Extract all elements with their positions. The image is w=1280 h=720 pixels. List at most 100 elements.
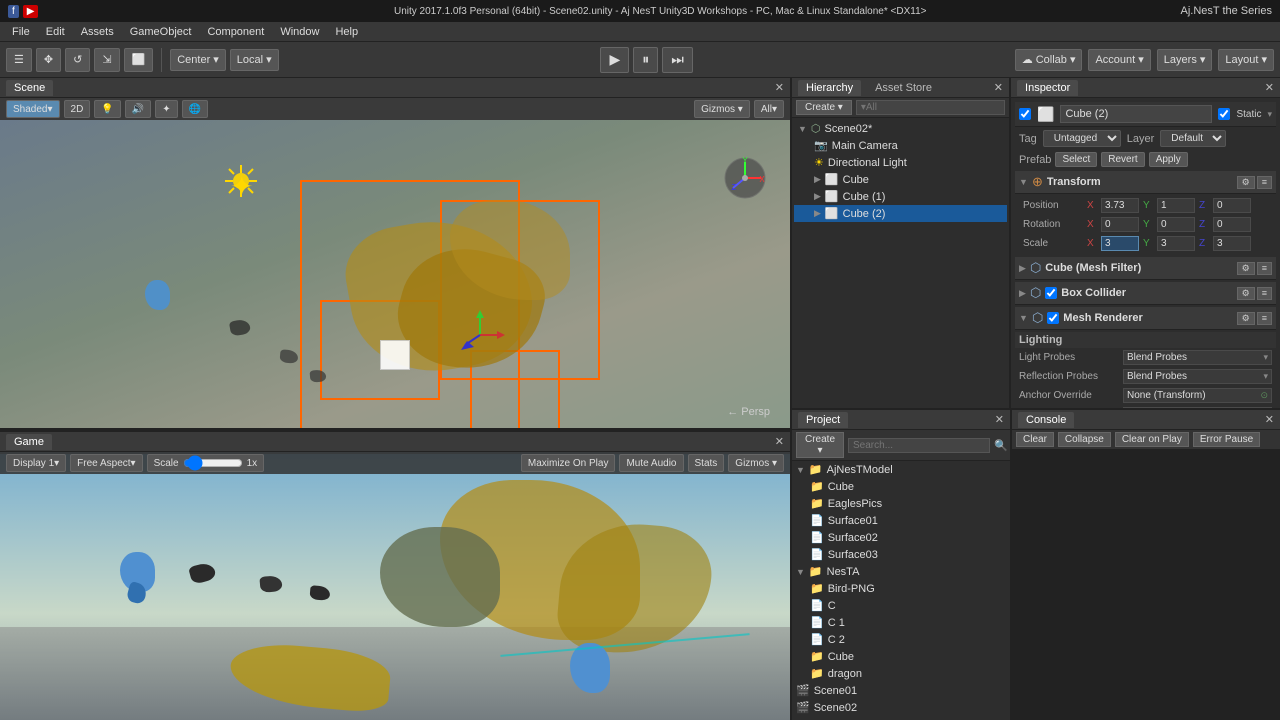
play-button[interactable]: ▶ xyxy=(600,47,629,73)
bc-settings-btn[interactable]: ⚙ xyxy=(1237,287,1255,300)
scene-canvas[interactable]: ✦ xyxy=(0,120,790,428)
prefab-apply-btn[interactable]: Apply xyxy=(1149,152,1188,167)
light-probes-value[interactable]: Blend Probes ▾ xyxy=(1123,350,1272,365)
rot-x-input[interactable] xyxy=(1101,217,1139,232)
console-clear-on-play-btn[interactable]: Clear on Play xyxy=(1115,432,1189,447)
pause-button[interactable]: ⏸ xyxy=(633,47,658,73)
menu-help[interactable]: Help xyxy=(327,24,366,40)
scene-sky-btn[interactable]: 🌐 xyxy=(182,100,208,118)
menu-file[interactable]: File xyxy=(4,24,38,40)
tab-inspector[interactable]: Inspector xyxy=(1017,80,1078,96)
transform-context-btn[interactable]: ≡ xyxy=(1257,176,1272,189)
mf-context-btn[interactable]: ≡ xyxy=(1257,262,1272,275)
menu-component[interactable]: Component xyxy=(199,24,272,40)
mesh-renderer-header[interactable]: ▼ ⬡ Mesh Renderer ⚙ ≡ xyxy=(1015,307,1276,330)
console-panel-close[interactable]: ✕ xyxy=(1265,413,1274,426)
stats-button[interactable]: Stats xyxy=(688,454,725,472)
proj-item-cube2[interactable]: 📁 Cube xyxy=(792,648,1010,665)
proj-item-c1[interactable]: 📄 C 1 xyxy=(792,614,1010,631)
step-button[interactable]: ⏭ xyxy=(662,47,693,73)
hand-tool[interactable]: ☰ xyxy=(6,48,32,72)
tab-game[interactable]: Game xyxy=(6,434,52,450)
layer-select[interactable]: Default xyxy=(1160,130,1226,147)
center-dropdown[interactable]: Center▾ xyxy=(170,49,226,71)
2d-button[interactable]: 2D xyxy=(64,100,91,118)
static-dropdown-icon[interactable]: ▾ xyxy=(1267,109,1272,120)
menu-assets[interactable]: Assets xyxy=(73,24,122,40)
menu-edit[interactable]: Edit xyxy=(38,24,73,40)
project-search[interactable] xyxy=(848,438,990,453)
scene-audio-btn[interactable]: 🔊 xyxy=(125,100,151,118)
rot-y-input[interactable] xyxy=(1157,217,1195,232)
hier-item-cube2[interactable]: ▶ ⬜ Cube (1) xyxy=(794,188,1007,205)
console-error-pause-btn[interactable]: Error Pause xyxy=(1193,432,1260,447)
project-panel-close[interactable]: ✕ xyxy=(995,413,1004,426)
proj-item-nesta[interactable]: ▼ 📁 NesTA xyxy=(792,563,1010,580)
prefab-revert-btn[interactable]: Revert xyxy=(1101,152,1144,167)
hier-item-cube1[interactable]: ▶ ⬜ Cube xyxy=(794,171,1007,188)
scene-panel-close[interactable]: ✕ xyxy=(775,81,784,94)
scale-y-input[interactable] xyxy=(1157,236,1195,251)
object-enabled-checkbox[interactable] xyxy=(1019,108,1031,120)
proj-item-cube-folder[interactable]: 📁 Cube xyxy=(792,478,1010,495)
tag-select[interactable]: Untagged xyxy=(1043,130,1121,147)
game-gizmos[interactable]: Gizmos ▾ xyxy=(728,454,784,472)
mesh-renderer-enabled[interactable] xyxy=(1047,312,1059,324)
tab-asset-store[interactable]: Asset Store xyxy=(867,80,940,96)
mr-context-btn[interactable]: ≡ xyxy=(1257,312,1272,325)
account-dropdown[interactable]: Account ▾ xyxy=(1088,49,1150,71)
hier-item-light[interactable]: ☀ Directional Light xyxy=(794,154,1007,171)
proj-item-scene02[interactable]: 🎬 Scene02 xyxy=(792,699,1010,716)
bc-context-btn[interactable]: ≡ xyxy=(1257,287,1272,300)
hierarchy-search[interactable] xyxy=(856,100,1005,115)
scale-x-input[interactable] xyxy=(1101,236,1139,251)
hier-item-cube3[interactable]: ▶ ⬜ Cube (2) xyxy=(794,205,1007,222)
scene-fx-btn[interactable]: ✦ xyxy=(155,100,177,118)
collab-dropdown[interactable]: ☁ Collab ▾ xyxy=(1015,49,1083,71)
console-clear-btn[interactable]: Clear xyxy=(1016,432,1054,447)
pos-z-input[interactable] xyxy=(1213,198,1251,213)
scene-lighting-btn[interactable]: 💡 xyxy=(94,100,120,118)
scale-z-input[interactable] xyxy=(1213,236,1251,251)
rotate-tool[interactable]: ↺ xyxy=(65,48,90,72)
hier-item-camera[interactable]: 📷 Main Camera xyxy=(794,137,1007,154)
transform-component-header[interactable]: ▼ ⊕ Transform ⚙ ≡ xyxy=(1015,171,1276,194)
tab-project[interactable]: Project xyxy=(798,412,848,428)
game-panel-close[interactable]: ✕ xyxy=(775,435,784,448)
menu-window[interactable]: Window xyxy=(272,24,327,40)
display-dropdown[interactable]: Display 1▾ xyxy=(6,454,66,472)
hier-item-scene[interactable]: ▼ ⬡ Scene02* xyxy=(794,120,1007,137)
proj-item-surface02[interactable]: 📄 Surface02 xyxy=(792,529,1010,546)
proj-item-c2[interactable]: 📄 C 2 xyxy=(792,631,1010,648)
rot-z-input[interactable] xyxy=(1213,217,1251,232)
scale-control[interactable]: Scale 1x xyxy=(147,454,265,472)
search-all-dropdown[interactable]: All▾ xyxy=(754,100,784,118)
mr-settings-btn[interactable]: ⚙ xyxy=(1237,312,1255,325)
mesh-filter-header[interactable]: ▶ ⬡ Cube (Mesh Filter) ⚙ ≡ xyxy=(1015,257,1276,280)
scale-slider[interactable] xyxy=(183,458,243,468)
proj-item-ajnestmodel[interactable]: ▼ 📁 AjNesTModel xyxy=(792,461,1010,478)
local-dropdown[interactable]: Local▾ xyxy=(230,49,279,71)
layers-dropdown[interactable]: Layers ▾ xyxy=(1157,49,1213,71)
mf-settings-btn[interactable]: ⚙ xyxy=(1237,262,1255,275)
gizmos-dropdown[interactable]: Gizmos ▾ xyxy=(694,100,750,118)
project-create-btn[interactable]: Create ▾ xyxy=(796,432,844,458)
object-name-input[interactable] xyxy=(1060,105,1212,123)
proj-item-eaglespics[interactable]: 📁 EaglesPics xyxy=(792,495,1010,512)
game-canvas[interactable] xyxy=(0,454,790,720)
inspector-panel-close[interactable]: ✕ xyxy=(1265,81,1274,94)
scale-tool[interactable]: ⇲ xyxy=(94,48,119,72)
mute-audio[interactable]: Mute Audio xyxy=(619,454,683,472)
proj-item-surface01[interactable]: 📄 Surface01 xyxy=(792,512,1010,529)
hierarchy-panel-close[interactable]: ✕ xyxy=(994,81,1003,94)
proj-item-dragon[interactable]: 📁 dragon xyxy=(792,665,1010,682)
move-tool[interactable]: ✥ xyxy=(36,48,61,72)
static-checkbox[interactable] xyxy=(1218,108,1230,120)
proj-item-scene01[interactable]: 🎬 Scene01 xyxy=(792,682,1010,699)
tab-hierarchy[interactable]: Hierarchy xyxy=(798,80,861,96)
tab-console[interactable]: Console xyxy=(1018,412,1074,428)
proj-item-bird-png[interactable]: 📁 Bird-PNG xyxy=(792,580,1010,597)
box-collider-header[interactable]: ▶ ⬡ Box Collider ⚙ ≡ xyxy=(1015,282,1276,305)
hierarchy-create-btn[interactable]: Create ▾ xyxy=(796,100,852,115)
pos-y-input[interactable] xyxy=(1157,198,1195,213)
